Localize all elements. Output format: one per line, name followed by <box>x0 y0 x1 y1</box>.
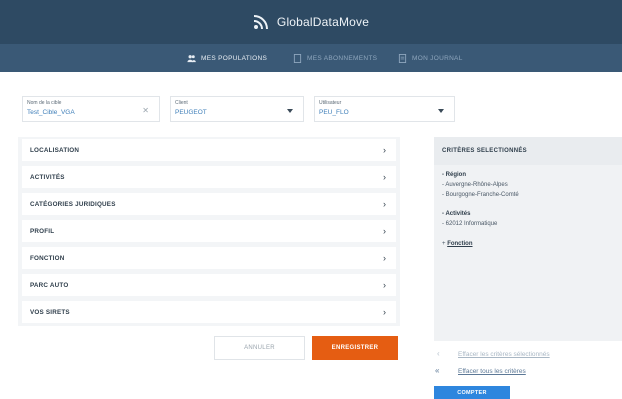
brand-title: GlobalDataMove <box>276 15 370 29</box>
tab-label: MON JOURNAL <box>412 54 463 62</box>
accordion-item-vos-sirets[interactable]: VOS SIRETS › <box>22 301 396 323</box>
field-value: Test_Cible_VGA <box>27 109 75 116</box>
save-button[interactable]: ENREGISTRER <box>312 336 398 360</box>
user-select[interactable]: Utilisateur PEU_FLO <box>314 96 455 122</box>
chevron-right-icon: › <box>383 280 386 290</box>
field-value: PEU_FLO <box>319 109 349 116</box>
field-value: PEUGEOT <box>175 109 207 116</box>
chevron-right-icon: › <box>383 172 386 182</box>
accordion-item-parc-auto[interactable]: PARC AUTO › <box>22 274 396 296</box>
expand-prefix: + <box>442 241 446 247</box>
rss-icon <box>253 15 268 30</box>
chevron-right-icon: › <box>383 145 386 155</box>
field-label: Nom de la cible <box>27 100 62 106</box>
chevron-right-icon: › <box>383 307 386 317</box>
region-value: - Auvergne-Rhône-Alpes <box>442 182 508 188</box>
accordion-item-profil[interactable]: PROFIL › <box>22 220 396 242</box>
accordion-label: LOCALISATION <box>30 146 80 154</box>
brand[interactable]: GlobalDataMove <box>0 0 622 44</box>
main-nav: MES POPULATIONS MES ABONNEMENTS MON JOUR… <box>0 44 622 72</box>
tab-mon-journal[interactable]: MON JOURNAL <box>398 44 463 72</box>
accordion-item-fonction[interactable]: FONCTION › <box>22 247 396 269</box>
client-select[interactable]: Client PEUGEOT <box>170 96 304 122</box>
accordion-label: PROFIL <box>30 227 55 235</box>
users-icon <box>187 54 196 62</box>
clear-all-criteria-link[interactable]: Effacer tous les critères <box>458 368 526 375</box>
fonction-row: + Fonction <box>442 241 473 247</box>
chevron-right-icon: › <box>383 226 386 236</box>
tab-label: MES ABONNEMENTS <box>307 54 378 62</box>
accordion-label: PARC AUTO <box>30 281 69 289</box>
accordion-label: ACTIVITÉS <box>30 173 65 181</box>
count-button[interactable]: COMPTER <box>434 386 510 399</box>
tab-label: MES POPULATIONS <box>201 54 268 62</box>
chevron-left-icon: ‹ <box>437 349 440 358</box>
document-icon <box>293 53 302 63</box>
tab-mes-populations[interactable]: MES POPULATIONS <box>187 44 267 72</box>
double-chevron-left-icon: « <box>435 366 440 375</box>
accordion-item-localisation[interactable]: LOCALISATION › <box>22 139 396 161</box>
caret-down-icon <box>287 109 293 113</box>
clear-selected-criteria-link[interactable]: Effacer les critères sélectionnés <box>458 351 550 358</box>
app-header: GlobalDataMove <box>0 0 622 44</box>
fonction-link[interactable]: Fonction <box>447 241 472 247</box>
accordion-label: FONCTION <box>30 254 65 262</box>
target-name-field[interactable]: Nom de la cible Test_Cible_VGA ✕ <box>22 96 160 122</box>
clear-icon[interactable]: ✕ <box>142 106 149 115</box>
tab-mes-abonnements[interactable]: MES ABONNEMENTS <box>293 44 377 72</box>
accordion-label: VOS SIRETS <box>30 308 70 316</box>
journal-icon <box>398 53 407 63</box>
chevron-right-icon: › <box>383 253 386 263</box>
activities-heading: - Activités <box>442 211 471 217</box>
chevron-right-icon: › <box>383 199 386 209</box>
region-value: - Bourgogne-Franche-Comté <box>442 192 519 198</box>
region-heading: - Région <box>442 172 466 178</box>
selected-criteria-panel: CRITÈRES SELECTIONNÉS - Région - Auvergn… <box>434 137 622 341</box>
accordion-label: CATÉGORIES JURIDIQUES <box>30 200 116 208</box>
selected-criteria-title: CRITÈRES SELECTIONNÉS <box>434 137 622 165</box>
field-label: Utilisateur <box>319 100 342 106</box>
field-label: Client <box>175 100 188 106</box>
criteria-accordion: LOCALISATION › ACTIVITÉS › CATÉGORIES JU… <box>18 137 400 326</box>
accordion-item-activites[interactable]: ACTIVITÉS › <box>22 166 396 188</box>
activity-value: - 62012 Informatique <box>442 221 498 227</box>
caret-down-icon <box>438 109 444 113</box>
accordion-item-categories-juridiques[interactable]: CATÉGORIES JURIDIQUES › <box>22 193 396 215</box>
cancel-button[interactable]: ANNULER <box>214 336 305 360</box>
